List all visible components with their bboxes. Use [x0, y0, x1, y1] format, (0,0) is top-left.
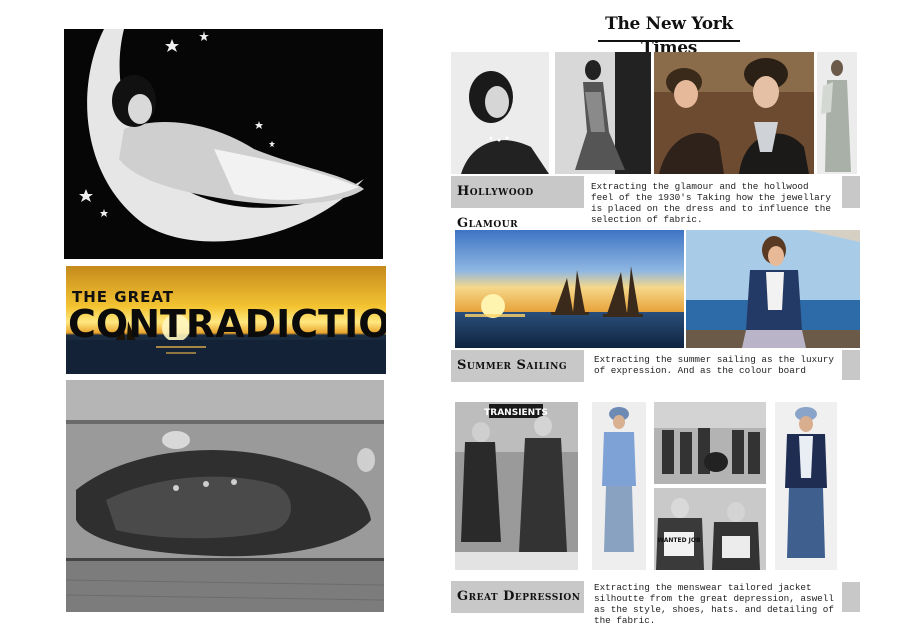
transients-men-photo: TRANSIENTS — [455, 402, 578, 570]
wanted-job-sign: WANTED JOB — [657, 537, 701, 544]
flapper-jewellery-photo — [654, 52, 814, 174]
summer-sailing-tab — [842, 350, 860, 380]
hollywood-glamour-description: Extracting the glamour and the hollwood … — [591, 181, 831, 225]
summer-sailing-label: Summer Sailing — [451, 350, 584, 382]
sleeping-man-photo — [66, 380, 384, 612]
great-depression-tab — [842, 582, 860, 612]
banner-title-line2: CONTRADICTION — [68, 302, 386, 346]
masthead-logo: The New York Times — [598, 12, 740, 58]
navy-blazer-model-photo — [775, 402, 837, 570]
great-contradiction-banner: THE GREAT CONTRADICTION — [66, 266, 386, 374]
wanted-job-photo: WANTED JOB — [654, 488, 766, 570]
crowd-street-photo — [654, 402, 766, 484]
hollywood-tab — [842, 176, 860, 208]
hollywood-portrait-photo — [451, 52, 549, 174]
sequined-gown-photo — [555, 52, 651, 174]
denim-model-photo — [592, 402, 646, 570]
sailor-woman-photo — [686, 230, 860, 348]
hollywood-glamour-label: Hollywood Glamour — [451, 176, 584, 231]
great-depression-description: Extracting the menswear tailored jacket … — [594, 582, 834, 626]
sailboats-sunset-photo — [455, 230, 684, 348]
silver-gown-photo — [817, 52, 857, 174]
transients-sign: TRANSIENTS — [484, 408, 548, 418]
great-depression-label: Great Depression — [451, 581, 584, 613]
summer-sailing-description: Extracting the summer sailing as the lux… — [594, 354, 834, 376]
moon-photo — [64, 29, 383, 259]
